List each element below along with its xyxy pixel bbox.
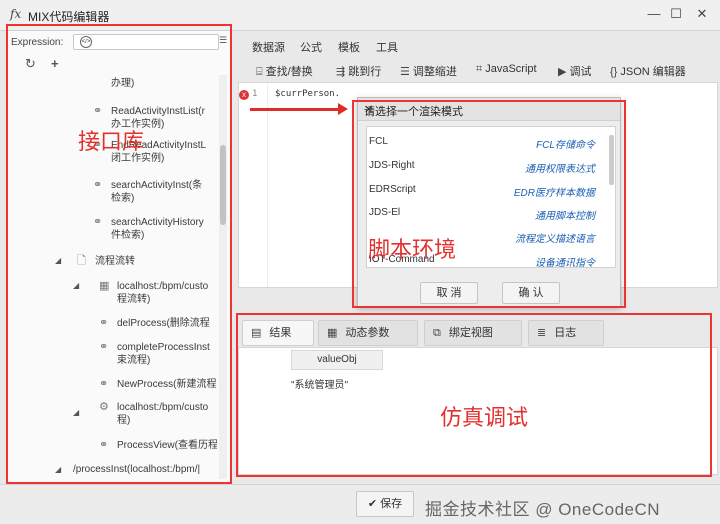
annotation-box-api <box>6 24 232 484</box>
annotation-box-dialog <box>352 100 626 308</box>
footer-bar: ✔ 保存 掘金技术社区 @ OneCodeCN <box>0 484 720 524</box>
annotation-box-simulation <box>236 313 712 477</box>
js-icon: ⌗ <box>476 63 483 75</box>
editor-toolbar: ⌸ 查找/替换 ⇶ 跳到行 ☰ 调整缩进 ⌗ JavaScript ▶ 调试 {} JSON… <box>238 57 716 81</box>
javascript-button[interactable]: ⌗ JavaScript <box>476 63 537 76</box>
menu-formula[interactable]: 公式 <box>300 39 322 55</box>
save-button[interactable]: ✔ 保存 <box>356 491 414 517</box>
line-number: 1 <box>252 89 258 99</box>
indent-icon: ☰ <box>400 66 410 78</box>
menu-template[interactable]: 模板 <box>338 39 360 55</box>
braces-icon: {} <box>610 66 618 78</box>
annotation-arrow <box>250 103 348 115</box>
goto-icon: ⇶ <box>336 66 346 78</box>
annotation-script-env: 脚本环境 <box>368 237 457 262</box>
gutter-divider <box>267 83 268 287</box>
json-editor-button[interactable]: {} JSON 编辑器 <box>610 63 686 79</box>
menu-tools[interactable]: 工具 <box>376 39 398 55</box>
goto-line-button[interactable]: ⇶ 跳到行 <box>336 63 381 79</box>
menu-datasource[interactable]: 数据源 <box>252 39 285 55</box>
annotation-api-lib: 接口库 <box>78 129 145 154</box>
indent-button[interactable]: ☰ 调整缩进 <box>400 63 457 79</box>
code-line[interactable]: $currPerson. <box>275 89 340 99</box>
error-icon: x <box>239 90 249 100</box>
close-button[interactable]: ✕ <box>694 6 710 22</box>
debug-button[interactable]: ▶ 调试 <box>558 63 591 79</box>
window-title: MIX代码编辑器 <box>28 10 110 24</box>
maximize-button[interactable]: ☐ <box>668 6 684 22</box>
minimize-button[interactable]: — <box>646 6 662 22</box>
format-icon: ⌸ <box>256 66 263 78</box>
annotation-simulation: 仿真调试 <box>440 405 529 430</box>
menu-bar: 数据源 公式 模板 工具 <box>238 33 716 55</box>
play-icon: ▶ <box>558 66 567 78</box>
check-icon: ✔ <box>367 498 381 510</box>
watermark: 掘金技术社区 @ OneCodeCN <box>425 500 661 519</box>
app-icon: fx <box>10 7 22 21</box>
find-replace-button[interactable]: ⌸ 查找/替换 <box>256 63 313 79</box>
